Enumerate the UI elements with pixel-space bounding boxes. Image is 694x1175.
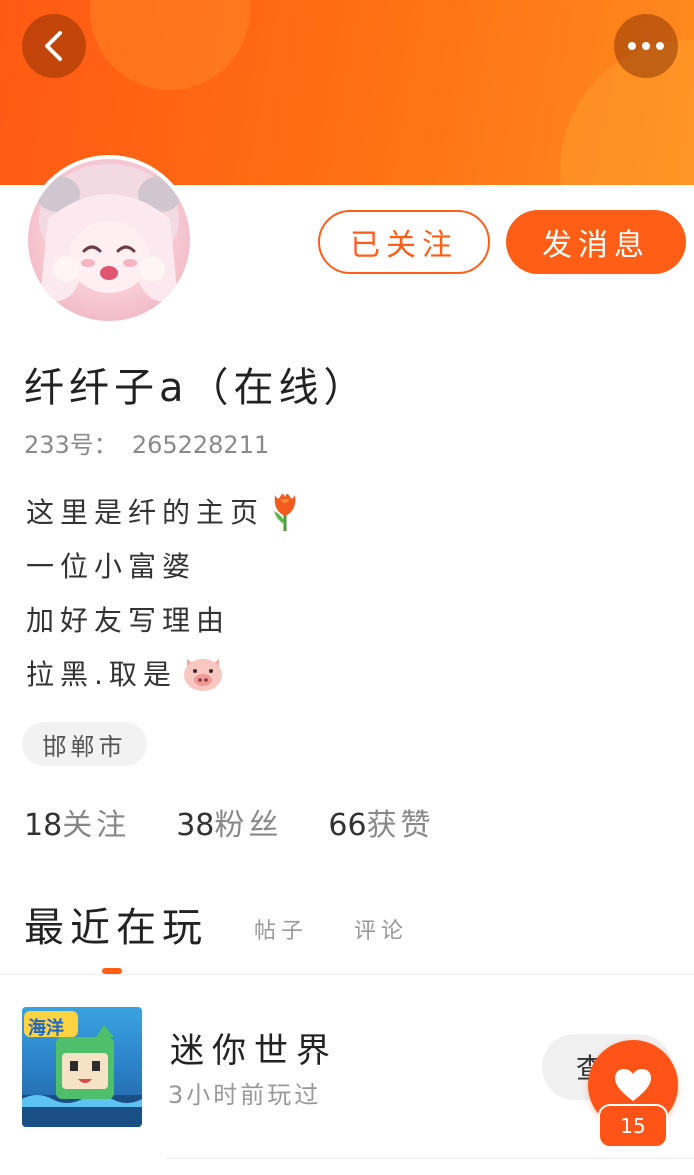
bio-text: 加好友写理由 xyxy=(26,604,231,637)
pig-face-icon xyxy=(183,659,222,691)
stat-number: 66 xyxy=(328,808,367,843)
bio-line: 一位小富婆 xyxy=(26,538,302,592)
stat-label: 关注 xyxy=(62,808,131,843)
tab-recently-played[interactable]: 最近在玩 xyxy=(24,895,208,953)
game-name: 迷你世界 xyxy=(170,1031,338,1071)
last-played-time: 3小时前玩过 xyxy=(168,1081,322,1109)
tulip-icon xyxy=(274,494,296,531)
bio-text: 这里是纤的主页 xyxy=(26,496,265,529)
avatar-illustration xyxy=(36,164,182,302)
stat-number: 38 xyxy=(176,808,215,843)
send-message-button[interactable]: 发消息 xyxy=(506,210,686,274)
back-button[interactable] xyxy=(22,14,86,78)
likes-received-count[interactable]: 66 获赞 xyxy=(328,800,434,844)
user-id: 233号： 265228211 xyxy=(24,425,269,460)
game-cover-label: 海洋 xyxy=(28,1018,64,1039)
user-id-value: 265228211 xyxy=(131,431,270,459)
tab-posts[interactable]: 帖子 xyxy=(254,913,308,953)
bio-line: 这里是纤的主页 xyxy=(26,484,302,538)
bio-line: 加好友写理由 xyxy=(26,592,302,646)
divider xyxy=(166,1158,694,1159)
more-options-button[interactable] xyxy=(614,14,678,78)
like-count-badge: 15 xyxy=(598,1104,668,1148)
chevron-left-icon xyxy=(45,31,62,61)
stat-label: 粉丝 xyxy=(214,808,283,843)
bio: 这里是纤的主页 一位小富婆 加好友写理由 拉黑.取是 xyxy=(26,484,302,700)
banner-decoration xyxy=(90,0,250,90)
location-tag[interactable]: 邯郸市 xyxy=(22,722,147,766)
profile-tabs: 最近在玩 帖子 评论 xyxy=(24,895,408,953)
bio-text: 拉黑.取是 xyxy=(26,658,177,691)
followers-count[interactable]: 38 粉丝 xyxy=(176,800,282,844)
heart-icon xyxy=(615,1069,651,1101)
game-thumbnail: 海洋 xyxy=(22,1007,142,1127)
profile-stats: 18 关注 38 粉丝 66 获赞 xyxy=(24,800,481,844)
recent-game-item[interactable]: 海洋 迷你世界 3小时前玩过 查 xyxy=(0,975,694,1160)
followed-button[interactable]: 已关注 xyxy=(318,210,490,274)
tab-comments[interactable]: 评论 xyxy=(354,913,408,953)
username: 纤纤子a（在线） xyxy=(24,365,369,411)
stat-number: 18 xyxy=(24,808,63,843)
user-id-label: 233号： xyxy=(24,431,118,459)
bio-text: 一位小富婆 xyxy=(26,550,197,583)
avatar[interactable] xyxy=(24,155,194,325)
bio-line: 拉黑.取是 xyxy=(26,646,302,700)
more-dots-icon xyxy=(628,42,664,50)
stat-label: 获赞 xyxy=(366,808,435,843)
following-count[interactable]: 18 关注 xyxy=(24,800,130,844)
